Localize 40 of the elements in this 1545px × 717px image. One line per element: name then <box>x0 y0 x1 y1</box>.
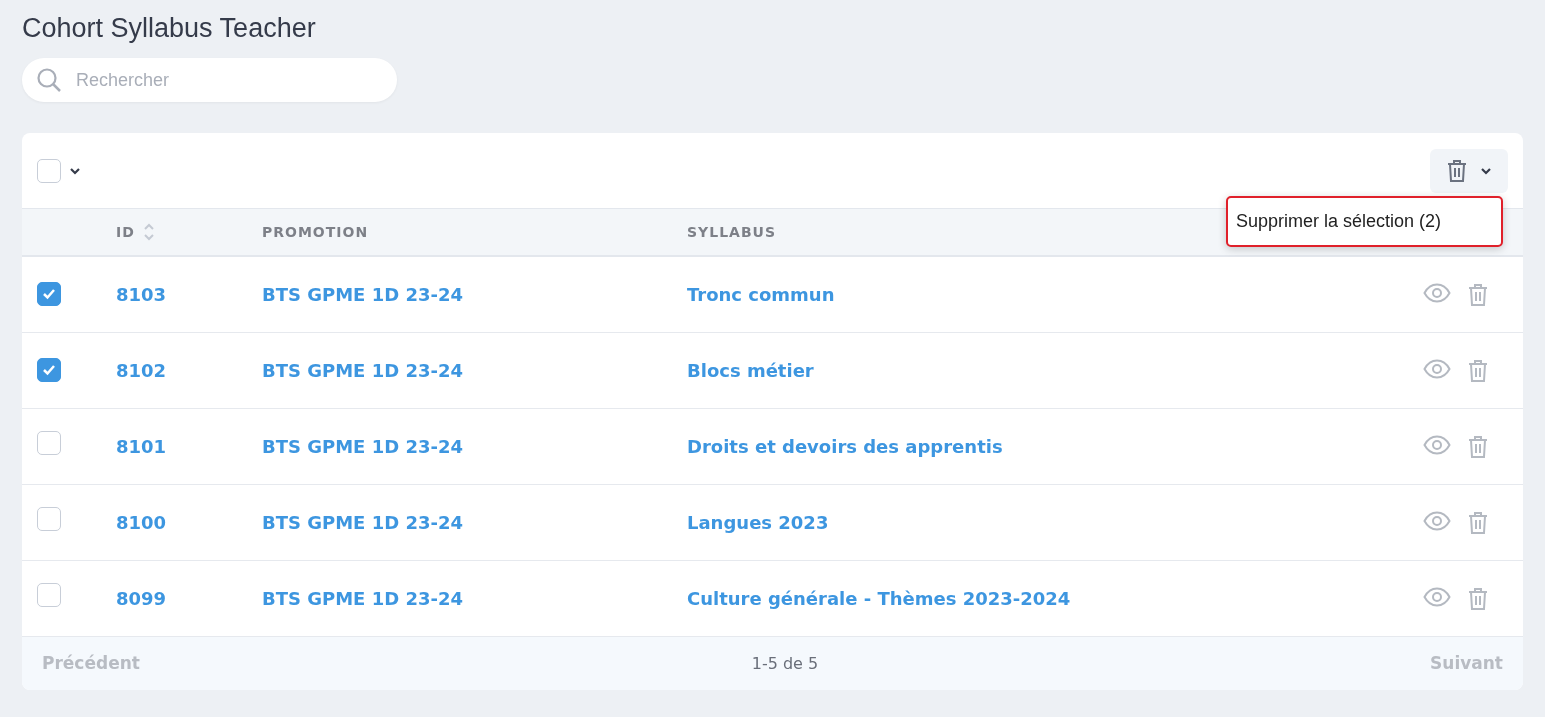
column-header: ID <box>116 222 135 242</box>
syllabus-link[interactable]: Blocs métier <box>687 360 814 382</box>
promotion-link[interactable]: BTS GPME 1D 23-24 <box>262 436 463 458</box>
syllabus-link[interactable]: Tronc commun <box>687 284 835 306</box>
trash-icon[interactable] <box>1467 586 1489 611</box>
row-checkbox[interactable] <box>37 358 61 383</box>
id-link[interactable]: 8101 <box>116 436 167 458</box>
row-checkbox[interactable] <box>37 507 61 532</box>
trash-icon[interactable] <box>1467 358 1489 383</box>
syllabus-link[interactable]: Droits et devoirs des apprentis <box>687 436 1003 458</box>
caret-icon[interactable] <box>1480 165 1492 176</box>
syllabus-link[interactable]: Culture générale - Thèmes 2023-2024 <box>687 588 1071 610</box>
promotion-link[interactable]: BTS GPME 1D 23-24 <box>262 512 463 534</box>
bulk-delete-button[interactable] <box>1430 148 1508 193</box>
column-header: SYLLABUS <box>687 222 777 242</box>
delete-selection-menu-item[interactable]: Supprimer la sélection (2) <box>1225 196 1503 248</box>
syllabus-link[interactable]: Langues 2023 <box>687 512 829 534</box>
search-icon <box>36 67 62 94</box>
trash-icon[interactable] <box>1467 282 1489 307</box>
trash-icon[interactable] <box>1467 434 1489 459</box>
page-range: 1-5 de 5 <box>751 652 819 675</box>
id-link[interactable]: 8099 <box>116 588 167 610</box>
id-link[interactable]: 8100 <box>116 512 167 534</box>
check-icon <box>42 364 56 377</box>
trash-icon[interactable] <box>1467 510 1489 535</box>
promotion-link[interactable]: BTS GPME 1D 23-24 <box>262 284 463 306</box>
select-all-checkbox[interactable] <box>37 158 61 183</box>
promotion-link[interactable]: BTS GPME 1D 23-24 <box>262 588 463 610</box>
row-checkbox[interactable] <box>37 282 61 307</box>
id-link[interactable]: 8103 <box>116 284 167 306</box>
column-header: PROMOTION <box>262 222 369 242</box>
caret-icon[interactable] <box>69 165 81 176</box>
trash-icon[interactable] <box>1446 158 1468 183</box>
id-link[interactable]: 8102 <box>116 360 167 382</box>
page-title: Cohort Syllabus Teacher <box>22 12 317 45</box>
check-icon <box>42 288 56 301</box>
search-field[interactable]: Rechercher <box>22 58 397 103</box>
promotion-link[interactable]: BTS GPME 1D 23-24 <box>262 360 463 382</box>
row-checkbox[interactable] <box>37 431 61 456</box>
row-checkbox[interactable] <box>37 583 61 608</box>
